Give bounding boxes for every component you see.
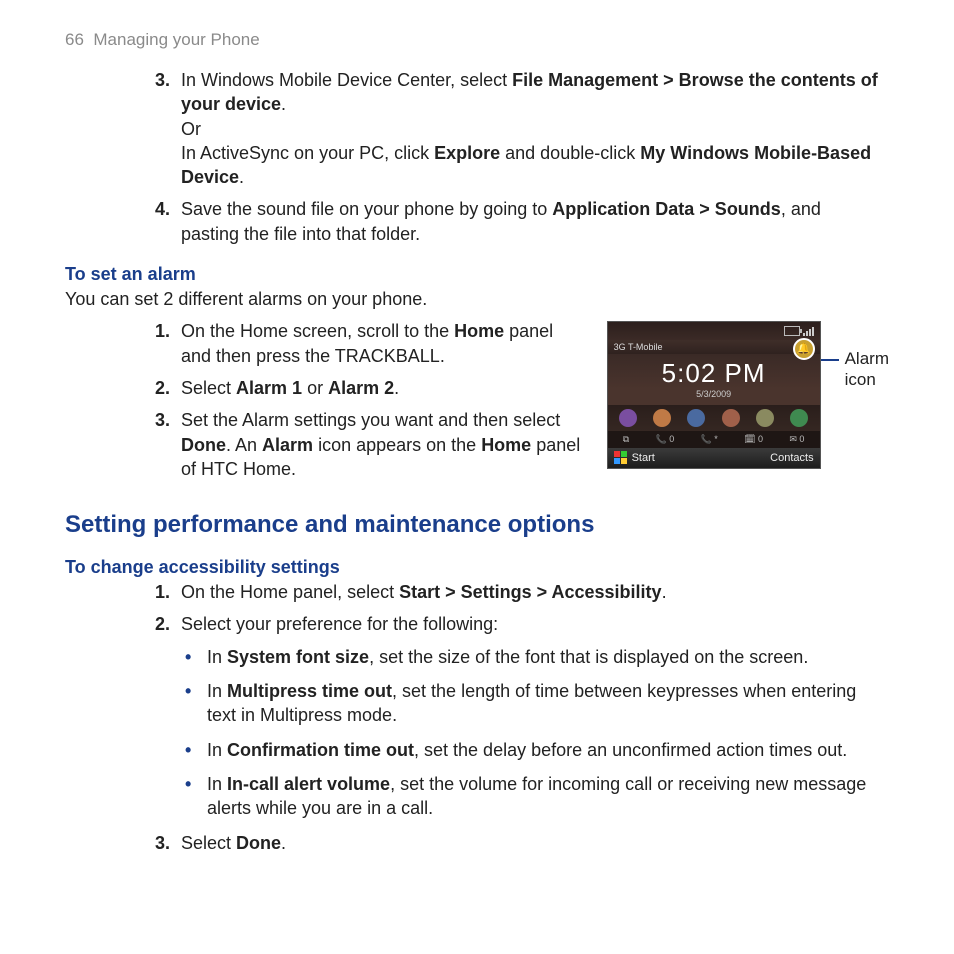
alarm-intro: You can set 2 different alarms on your p… xyxy=(65,287,879,311)
phone-screenshot: 🔔 3G T-Mobile 5:02 PM 5/3/2009 ⧉ 📞 0 xyxy=(607,321,821,469)
callout: Alarm icon xyxy=(821,321,889,390)
avatar xyxy=(653,409,671,427)
alarm-icon: 🔔 xyxy=(793,338,815,360)
phone-status-row: ⧉ 📞 0 📞 * 🗓 0 ✉ 0 xyxy=(608,431,820,448)
status-item: 📞 0 xyxy=(656,434,675,445)
alarm-step-3: 3. Set the Alarm settings you want and t… xyxy=(155,408,587,481)
avatar xyxy=(722,409,740,427)
bullet-dot-icon: • xyxy=(185,738,207,762)
windows-flag-icon xyxy=(614,451,628,465)
step-body: In Windows Mobile Device Center, select … xyxy=(181,68,879,189)
status-icon: ⧉ xyxy=(623,434,629,445)
perf-step-3: 3. Select Done. xyxy=(155,831,879,855)
top-steps: 3. In Windows Mobile Device Center, sele… xyxy=(155,68,879,246)
status-item: 🗓 0 xyxy=(744,434,763,445)
section-title: Managing your Phone xyxy=(93,30,259,49)
perf-step-2: 2. Select your preference for the follow… xyxy=(155,612,879,636)
signal-icon xyxy=(803,326,814,336)
phone-time: 5:02 PM xyxy=(608,354,820,389)
step-number: 4. xyxy=(155,197,181,246)
perf-step-1: 1. On the Home panel, select Start > Set… xyxy=(155,580,879,604)
bullet-item: • In Multipress time out, set the length… xyxy=(185,679,879,728)
alarm-row: 1. On the Home screen, scroll to the Hom… xyxy=(65,319,889,489)
phone-softkeys: Start Contacts xyxy=(608,448,820,468)
avatar xyxy=(687,409,705,427)
subheading-alarm: To set an alarm xyxy=(65,264,889,285)
phone-carrier-row: 3G T-Mobile xyxy=(608,340,820,354)
alarm-step-1: 1. On the Home screen, scroll to the Hom… xyxy=(155,319,587,368)
heading-performance: Setting performance and maintenance opti… xyxy=(65,511,889,539)
avatar xyxy=(756,409,774,427)
callout-text: Alarm icon xyxy=(845,349,889,390)
bullet-item: • In Confirmation time out, set the dela… xyxy=(185,738,879,762)
bullet-item: • In System font size, set the size of t… xyxy=(185,645,879,669)
page: 66 Managing your Phone 3. In Windows Mob… xyxy=(0,0,954,883)
softkey-right: Contacts xyxy=(770,452,813,464)
step-body: Save the sound file on your phone by goi… xyxy=(181,197,879,246)
bullet-dot-icon: • xyxy=(185,679,207,728)
avatar xyxy=(790,409,808,427)
phone-date: 5/3/2009 xyxy=(608,389,820,405)
callout-leader-line xyxy=(819,359,839,361)
phone-statusbar xyxy=(608,322,820,340)
alarm-step-2: 2. Select Alarm 1 or Alarm 2. xyxy=(155,376,587,400)
subheading-accessibility: To change accessibility settings xyxy=(65,557,889,578)
softkey-left: Start xyxy=(632,452,655,464)
page-number: 66 xyxy=(65,30,84,49)
perf-bullets: • In System font size, set the size of t… xyxy=(185,645,879,821)
avatar xyxy=(619,409,637,427)
phone-contacts-row xyxy=(608,405,820,431)
step-3: 3. In Windows Mobile Device Center, sele… xyxy=(155,68,879,189)
status-item: 📞 * xyxy=(701,434,718,445)
carrier-label: 3G T-Mobile xyxy=(614,342,663,352)
perf-steps: 1. On the Home panel, select Start > Set… xyxy=(155,580,879,855)
bullet-dot-icon: • xyxy=(185,772,207,821)
battery-icon xyxy=(784,326,800,336)
bullet-dot-icon: • xyxy=(185,645,207,669)
step-4: 4. Save the sound file on your phone by … xyxy=(155,197,879,246)
status-item: ✉ 0 xyxy=(789,434,804,445)
running-header: 66 Managing your Phone xyxy=(65,30,889,50)
step-number: 3. xyxy=(155,68,181,189)
bullet-item: • In In-call alert volume, set the volum… xyxy=(185,772,879,821)
phone-illustration: 🔔 3G T-Mobile 5:02 PM 5/3/2009 ⧉ 📞 0 xyxy=(607,321,889,469)
